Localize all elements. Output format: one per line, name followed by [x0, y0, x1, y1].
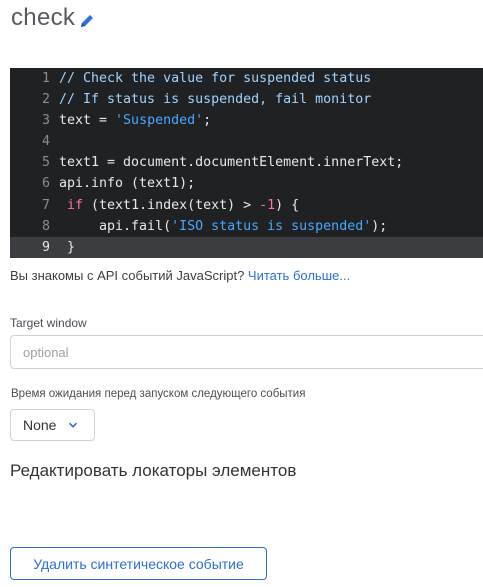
code-text: api.fail('ISO status is suspended');	[59, 216, 387, 237]
code-token: }	[59, 239, 76, 255]
code-token: api.fail(	[59, 218, 172, 234]
code-line[interactable]: 9 }	[10, 236, 483, 258]
code-token: // Check the value for suspended status	[59, 71, 372, 86]
chevron-down-icon	[69, 422, 78, 428]
code-token: -1	[259, 197, 276, 213]
line-number: 2	[41, 92, 50, 108]
code-line[interactable]: 3 text = 'Suspended';	[10, 110, 483, 131]
code-text: if (text1.index(text) > -1) {	[59, 195, 299, 216]
code-text: // If status is suspended, fail monitor	[59, 89, 371, 110]
code-token: if	[59, 197, 84, 213]
code-text: text = 'Suspended';	[59, 110, 211, 131]
line-number: 9	[41, 239, 50, 255]
code-token: (text1.index(text) >	[83, 197, 260, 213]
target-window-label: Target window	[10, 316, 87, 330]
code-line[interactable]: 1 // Check the value for suspended status	[10, 68, 483, 89]
wait-label: Время ожидания перед запуском следующего…	[11, 388, 306, 400]
code-text: // Check the value for suspended status	[59, 68, 371, 89]
code-line[interactable]: 5 text1 = document.documentElement.innerT…	[10, 152, 483, 173]
delete-event-button[interactable]: Удалить синтетическое событие	[10, 547, 267, 580]
line-number: 3	[41, 113, 50, 129]
code-text: text1 = document.documentElement.innerTe…	[59, 152, 403, 173]
code-line[interactable]: 2 // If status is suspended, fail monitor	[10, 89, 483, 110]
code-line[interactable]: 7 if (text1.index(text) > -1) {	[10, 195, 483, 216]
help-question: Вы знакомы с API событий JavaScript?	[10, 268, 248, 283]
code-token: text1 = document.documentElement.innerTe…	[59, 155, 404, 171]
code-token: // If status is suspended, fail monitor	[59, 92, 372, 108]
code-line[interactable]: 4	[10, 131, 483, 152]
line-number: 1	[41, 71, 50, 86]
line-number: 4	[41, 134, 50, 150]
line-number: 7	[41, 197, 50, 213]
code-line[interactable]: 8 api.fail('ISO status is suspended');	[10, 216, 483, 237]
wait-select-value: None	[23, 417, 57, 433]
page-title: check	[11, 4, 76, 31]
line-number: 5	[41, 155, 50, 171]
code-line[interactable]: 6 api.info (text1);	[10, 173, 483, 194]
code-text: }	[59, 237, 75, 258]
target-window-input[interactable]	[10, 335, 483, 369]
help-text: Вы знакомы с API событий JavaScript? Чит…	[10, 268, 350, 283]
code-token: api.info (text1);	[59, 176, 196, 192]
read-more-link[interactable]: Читать больше...	[248, 268, 350, 283]
code-token: text =	[59, 113, 116, 129]
code-editor[interactable]: 1 // Check the value for suspended status…	[10, 68, 483, 258]
code-text: api.info (text1);	[59, 173, 195, 194]
locators-heading: Редактировать локаторы элементов	[10, 461, 297, 480]
code-token: );	[371, 218, 388, 234]
pencil-icon[interactable]	[78, 12, 96, 30]
line-number: 8	[41, 218, 50, 234]
code-token: 'Suspended'	[115, 113, 204, 129]
code-token: ) {	[275, 197, 300, 213]
page-header: check	[11, 4, 96, 32]
line-number: 6	[41, 176, 50, 192]
code-token: ;	[203, 113, 212, 129]
code-token: 'ISO status is suspended'	[171, 218, 372, 234]
wait-select[interactable]: None	[10, 409, 95, 441]
